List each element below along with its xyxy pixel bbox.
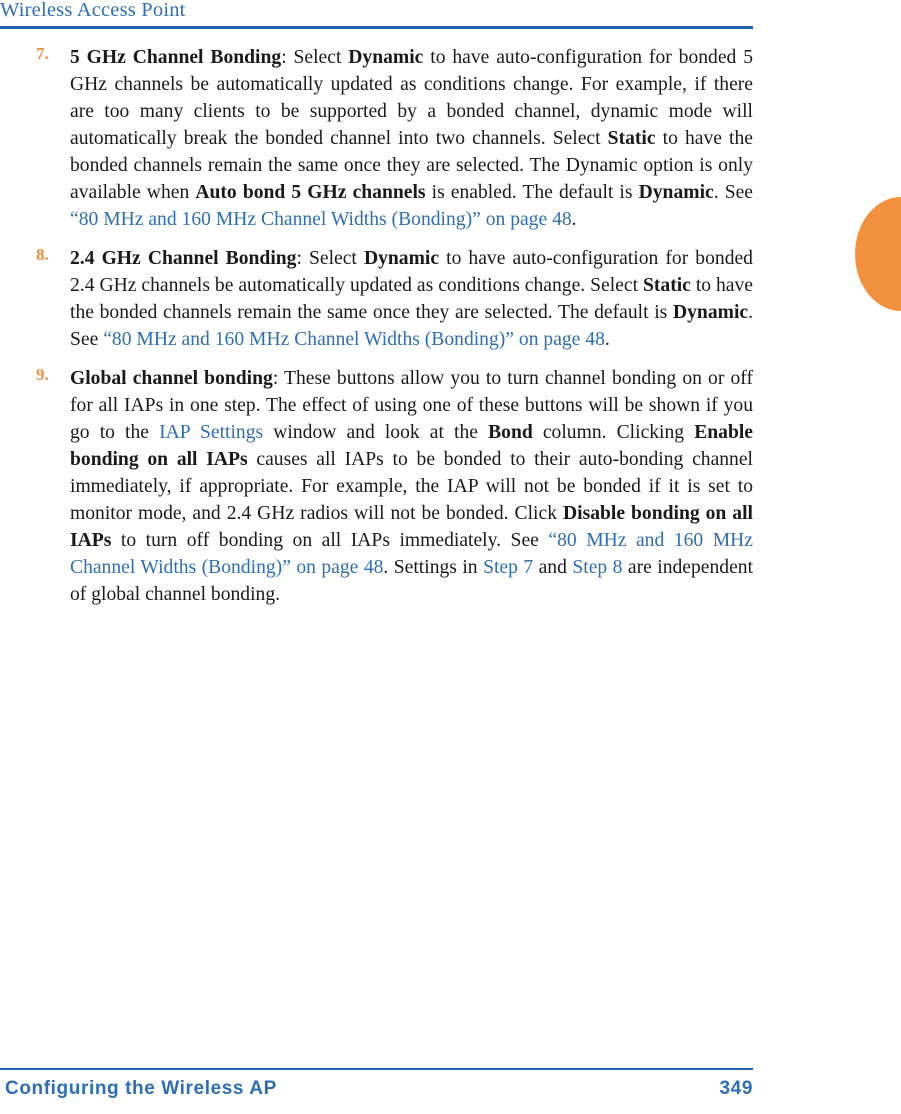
cross-reference-link[interactable]: “80 MHz and 160 MHz Channel Widths (Bond… xyxy=(70,209,572,230)
emphasis-dynamic-default: Dynamic xyxy=(672,302,749,323)
step-text: . xyxy=(571,209,577,230)
step-text: . See xyxy=(713,182,754,203)
step-body: 5 GHz Channel Bonding: Select Dynamic to… xyxy=(70,44,753,233)
emphasis-static: Static xyxy=(642,275,691,296)
step-text: is enabled. The default is xyxy=(425,182,639,203)
emphasis-bond-column: Bond xyxy=(488,422,533,443)
step-term: 5 GHz Channel Bonding xyxy=(70,47,282,68)
iap-settings-link[interactable]: IAP Settings xyxy=(159,422,263,443)
step-paragraph: 2.4 GHz Channel Bonding: Select Dynamic … xyxy=(70,245,753,353)
chapter-thumb-tab xyxy=(855,197,901,311)
cross-reference-link[interactable]: “80 MHz and 160 MHz Channel Widths (Bond… xyxy=(103,329,605,350)
list-item: 7. 5 GHz Channel Bonding: Select Dynamic… xyxy=(0,44,753,233)
step-number: 7. xyxy=(36,44,49,63)
emphasis-dynamic-default: Dynamic xyxy=(638,182,714,203)
emphasis-dynamic: Dynamic xyxy=(348,47,424,68)
header-divider-rule xyxy=(0,26,753,29)
step-text: window and look at the xyxy=(263,422,489,443)
page-content: 7. 5 GHz Channel Bonding: Select Dynamic… xyxy=(0,44,753,608)
page-footer: Configuring the Wireless AP 349 xyxy=(0,1068,753,1114)
emphasis-auto-bond: Auto bond 5 GHz channels xyxy=(195,182,426,203)
step-paragraph: 5 GHz Channel Bonding: Select Dynamic to… xyxy=(70,44,753,233)
emphasis-static: Static xyxy=(607,128,656,149)
step-body: Global channel bonding: These buttons al… xyxy=(70,365,753,608)
step-term: 2.4 GHz Channel Bonding xyxy=(70,248,297,269)
step-paragraph: Global channel bonding: These buttons al… xyxy=(70,365,753,608)
page-header: Wireless Access Point xyxy=(0,0,753,30)
step-8-link[interactable]: Step 8 xyxy=(572,557,622,578)
step-number: 8. xyxy=(36,245,49,264)
numbered-step-list: 7. 5 GHz Channel Bonding: Select Dynamic… xyxy=(0,44,753,608)
step-body: 2.4 GHz Channel Bonding: Select Dynamic … xyxy=(70,245,753,353)
footer-title: Configuring the Wireless AP xyxy=(5,1078,277,1099)
list-item: 9. Global channel bonding: These buttons… xyxy=(0,365,753,608)
step-7-link[interactable]: Step 7 xyxy=(483,557,533,578)
step-text: to turn off bonding on all IAPs immediat… xyxy=(111,530,549,551)
step-text: and xyxy=(533,557,573,578)
step-term: Global channel bonding xyxy=(70,368,273,389)
step-number: 9. xyxy=(36,365,49,384)
list-item: 8. 2.4 GHz Channel Bonding: Select Dynam… xyxy=(0,245,753,353)
step-text: . Settings in xyxy=(383,557,484,578)
step-text: . xyxy=(604,329,610,350)
footer-divider-rule xyxy=(0,1068,753,1070)
emphasis-dynamic: Dynamic xyxy=(363,248,440,269)
header-title: Wireless Access Point xyxy=(0,0,186,21)
step-text: column. Clicking xyxy=(532,422,695,443)
page-number: 349 xyxy=(719,1078,753,1099)
step-text: : Select xyxy=(296,248,364,269)
step-text: : Select xyxy=(281,47,349,68)
